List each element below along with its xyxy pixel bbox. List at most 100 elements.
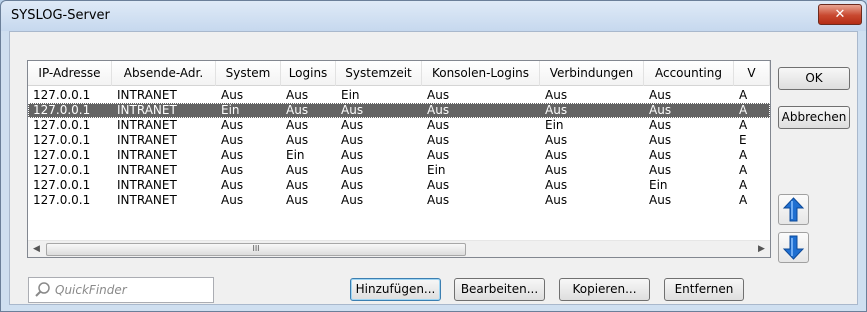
chevron-right-icon: ▶ [758,244,765,254]
table-cell: A [739,88,748,102]
table-cell: Aus [427,193,450,207]
scroll-grip-icon: III [252,244,260,253]
table-cell: Aus [341,193,364,207]
column-header-2[interactable]: System [216,61,281,86]
chevron-left-icon: ◀ [33,244,40,254]
table-cell: Aus [341,163,364,177]
table-cell: INTRANET [117,118,177,132]
table-cell: Aus [649,133,672,147]
table-cell: Aus [545,163,568,177]
table-cell: Aus [341,118,364,132]
table-cell: Aus [341,103,364,117]
quickfinder-search[interactable]: QuickFinder [28,277,214,303]
copy-button[interactable]: Kopieren... [559,278,650,301]
cancel-button[interactable]: Abbrechen [778,106,850,129]
column-header-6[interactable]: Verbindungen [540,61,644,86]
table-cell: Aus [649,88,672,102]
table-cell: Aus [649,163,672,177]
scroll-thumb[interactable]: III [46,243,466,256]
ok-button[interactable]: OK [778,67,850,90]
column-header-0[interactable]: IP-Adresse [28,61,112,86]
table-cell: Ein [286,148,305,162]
table-row[interactable]: 127.0.0.1 INTRANET Aus Aus Aus Aus Aus Aus E [28,133,770,148]
column-header-1[interactable]: Absende-Adr. [112,61,216,86]
table-cell: 127.0.0.1 [33,88,91,102]
table-cell: A [739,178,748,192]
table-cell: Aus [545,178,568,192]
table-cell: INTRANET [117,103,177,117]
table-cell: Aus [341,178,364,192]
close-icon: ✕ [834,7,846,22]
table-cell: Aus [221,193,244,207]
table-cell: Aus [286,193,309,207]
horizontal-scrollbar[interactable]: ◀ III ▶ [28,240,770,257]
table-row[interactable]: 127.0.0.1 INTRANET Aus Aus Aus Aus Aus Aus A [28,193,770,208]
table-cell: Aus [427,148,450,162]
title-bar[interactable]: SYSLOG-Server ✕ [1,1,866,31]
table-cell: INTRANET [117,133,177,147]
move-up-button[interactable] [778,194,809,225]
table-cell: 127.0.0.1 [33,133,91,147]
table-cell: A [739,193,748,207]
table-cell: Aus [341,133,364,147]
table-cell: Aus [427,88,450,102]
window-title: SYSLOG-Server [11,8,110,23]
table-row[interactable]: 127.0.0.1 INTRANET Aus Ein Aus Aus Aus Aus A [28,148,770,163]
table-cell: Aus [286,133,309,147]
move-down-button[interactable] [778,232,809,263]
column-header-8[interactable]: V [734,61,770,86]
column-header-3[interactable]: Logins [281,61,336,86]
table-cell: 127.0.0.1 [33,163,91,177]
table-row[interactable]: 127.0.0.1 INTRANET Ein Aus Aus Aus Aus Aus A [28,103,770,118]
table-row[interactable]: 127.0.0.1 INTRANET Aus Aus Ein Aus Aus Aus A [28,88,770,103]
table-cell: INTRANET [117,163,177,177]
remove-button[interactable]: Entfernen [664,278,744,301]
table-cell: 127.0.0.1 [33,148,91,162]
scroll-left-button[interactable]: ◀ [28,241,45,257]
table-cell: A [739,148,748,162]
add-button[interactable]: Hinzufügen... [350,278,441,301]
table-cell: Aus [221,88,244,102]
table-cell: INTRANET [117,178,177,192]
edit-button[interactable]: Bearbeiten... [454,278,545,301]
table-row[interactable]: 127.0.0.1 INTRANET Aus Aus Aus Aus Aus Ein A [28,178,770,193]
table-cell: Aus [221,118,244,132]
table-cell: INTRANET [117,148,177,162]
table-cell: Ein [545,118,564,132]
table-cell: Aus [427,103,450,117]
table-cell: Aus [286,163,309,177]
table-cell: 127.0.0.1 [33,178,91,192]
table-row[interactable]: 127.0.0.1 INTRANET Aus Aus Aus Ein Aus Aus A [28,163,770,178]
syslog-server-list[interactable]: IP-Adresse Absende-Adr. System Logins System… [27,60,771,258]
arrow-down-icon [782,235,805,260]
dialog-window: SYSLOG-Server ✕ IP-Adresse Absende-Adr. Sy… [0,0,867,312]
table-cell: Ein [341,88,360,102]
table-row[interactable]: 127.0.0.1 INTRANET Aus Aus Aus Aus Ein Aus A [28,118,770,133]
table-cell: 127.0.0.1 [33,103,91,117]
search-icon [35,282,50,297]
table-cell: Aus [221,163,244,177]
table-cell: Aus [545,193,568,207]
table-cell: 127.0.0.1 [33,193,91,207]
close-button[interactable]: ✕ [818,4,862,25]
table-cell: Aus [427,178,450,192]
table-cell: Aus [286,103,309,117]
table-cell: A [739,163,748,177]
table-cell: Aus [649,103,672,117]
list-header: IP-Adresse Absende-Adr. System Logins System… [28,61,770,86]
table-cell: E [739,133,747,147]
column-header-7[interactable]: Accounting [644,61,734,86]
column-header-5[interactable]: Konsolen-Logins [422,61,540,86]
arrow-up-icon [782,197,805,222]
table-cell: A [739,118,748,132]
table-cell: Aus [286,178,309,192]
table-cell: INTRANET [117,88,177,102]
table-cell: Aus [341,148,364,162]
column-header-4[interactable]: Systemzeit [336,61,422,86]
table-cell: Ein [427,163,446,177]
scroll-right-button[interactable]: ▶ [753,241,770,257]
table-cell: Aus [221,178,244,192]
table-cell: Aus [649,148,672,162]
dialog-body: IP-Adresse Absende-Adr. System Logins System… [9,31,858,305]
table-cell: INTRANET [117,193,177,207]
